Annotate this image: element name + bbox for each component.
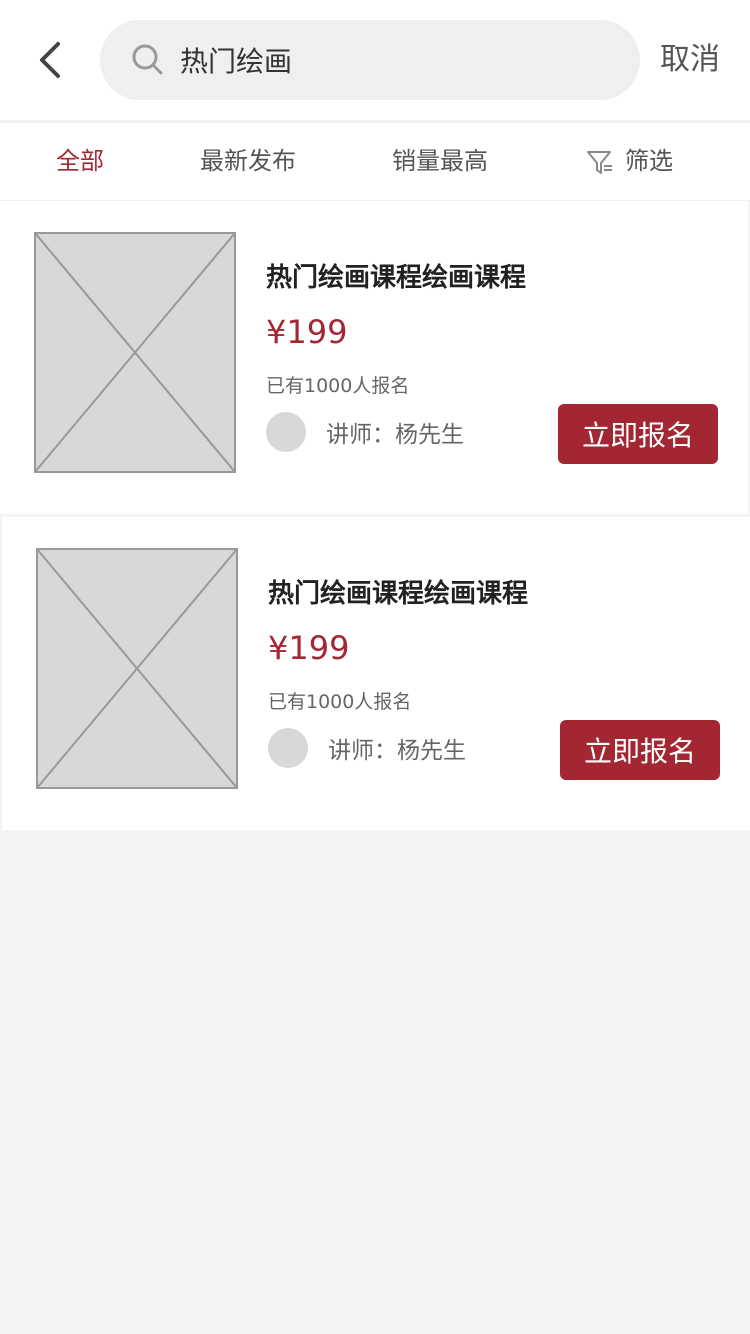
cancel-button[interactable]: 取消 [660,36,720,84]
course-image-placeholder [34,232,236,473]
course-card[interactable]: 热门绘画课程绘画课程 ¥199 已有1000人报名 讲师： 杨先生 立即报名 [0,201,748,514]
course-price: ¥199 [268,629,350,667]
tab-filter[interactable]: 筛选 [585,123,673,200]
avatar [266,412,306,452]
enroll-button[interactable]: 立即报名 [558,404,718,464]
teacher-name: 杨先生 [395,422,464,448]
chevron-left-icon [40,42,60,78]
avatar [268,728,308,768]
course-image-placeholder [36,548,238,789]
teacher-info: 讲师： 杨先生 [326,415,464,449]
back-button[interactable] [30,36,70,84]
course-card[interactable]: 热门绘画课程绘画课程 ¥199 已有1000人报名 讲师： 杨先生 立即报名 [2,517,750,830]
search-icon [132,44,163,75]
enroll-button[interactable]: 立即报名 [560,720,720,780]
tab-all[interactable]: 全部 [56,123,104,200]
tab-best-selling[interactable]: 销量最高 [392,123,488,200]
teacher-info: 讲师： 杨先生 [328,731,466,765]
enrolled-count: 已有1000人报名 [268,691,412,713]
teacher-name: 杨先生 [397,738,466,764]
filter-icon [587,150,612,174]
tab-filter-label: 筛选 [625,147,673,175]
teacher-label: 讲师： [328,738,397,764]
teacher-label: 讲师： [326,422,395,448]
course-title: 热门绘画课程绘画课程 [266,263,527,293]
search-header: 取消 [0,0,750,120]
sort-tabs: 全部 最新发布 销量最高 筛选 [0,121,750,202]
course-title: 热门绘画课程绘画课程 [268,579,529,609]
course-price: ¥199 [266,313,348,351]
enrolled-count: 已有1000人报名 [266,375,410,397]
search-input[interactable] [180,20,610,100]
tab-newest[interactable]: 最新发布 [200,123,296,200]
search-box[interactable] [100,20,640,100]
